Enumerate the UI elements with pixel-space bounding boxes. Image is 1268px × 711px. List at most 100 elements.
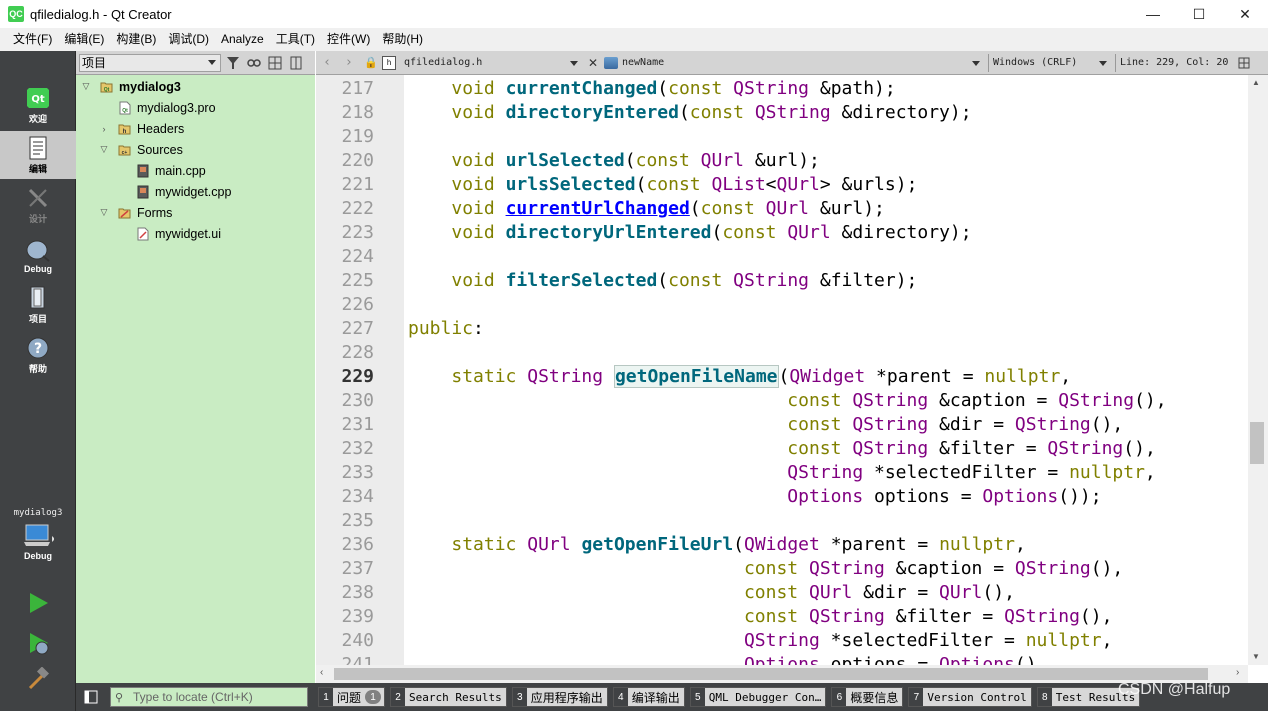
- close-panel-icon[interactable]: [287, 54, 305, 72]
- scroll-up-icon[interactable]: ▲: [1252, 78, 1260, 87]
- menu-analyze[interactable]: Analyze: [215, 28, 270, 51]
- code-line[interactable]: 223 void directoryUrlEntered(const QUrl …: [316, 221, 1248, 245]
- code-line[interactable]: 230 const QString &caption = QString(),: [316, 389, 1248, 413]
- code-line[interactable]: 233 QString *selectedFilter = nullptr,: [316, 461, 1248, 485]
- mode-edit[interactable]: 编辑: [0, 131, 76, 179]
- code-line[interactable]: 237 const QString &caption = QString(),: [316, 557, 1248, 581]
- chevron-down-icon[interactable]: ▽: [80, 81, 92, 92]
- output-tab-version-control[interactable]: 7 Version Control: [908, 687, 1032, 707]
- menu-help[interactable]: 帮助(H): [376, 28, 429, 51]
- code-editor[interactable]: 217 void currentChanged(const QString &p…: [316, 75, 1248, 665]
- code-line[interactable]: 229 static QString getOpenFileName(QWidg…: [316, 365, 1248, 389]
- project-view-select[interactable]: 项目: [79, 53, 221, 72]
- line-number: 220: [341, 150, 374, 171]
- tree-item-forms[interactable]: ▽ Forms: [98, 202, 173, 223]
- locator-input[interactable]: ⚲ Type to locate (Ctrl+K): [110, 687, 308, 707]
- code-line[interactable]: 221 void urlsSelected(const QList<QUrl> …: [316, 173, 1248, 197]
- code-line[interactable]: 240 QString *selectedFilter = nullptr,: [316, 629, 1248, 653]
- code-line[interactable]: 218 void directoryEntered(const QString …: [316, 101, 1248, 125]
- minimize-button[interactable]: —: [1130, 0, 1176, 28]
- menu-tools[interactable]: 工具(T): [270, 28, 321, 51]
- menu-build[interactable]: 构建(B): [110, 28, 162, 51]
- run-button[interactable]: [24, 589, 52, 617]
- symbol-combo[interactable]: newName: [604, 54, 984, 72]
- output-tab-application-output[interactable]: 3 应用程序输出: [511, 687, 608, 707]
- code-line[interactable]: 217 void currentChanged(const QString &p…: [316, 77, 1248, 101]
- code-line[interactable]: 227 public:: [316, 317, 1248, 341]
- code-line[interactable]: 228: [316, 341, 1248, 365]
- mode-help[interactable]: ? 帮助: [0, 331, 76, 379]
- svg-text:h: h: [123, 129, 127, 135]
- scroll-left-icon[interactable]: ‹: [320, 667, 323, 678]
- horizontal-scrollbar-thumb[interactable]: [334, 668, 1208, 680]
- output-tab-general-messages[interactable]: 6 概要信息: [831, 687, 904, 707]
- tree-item-main-cpp[interactable]: main.cpp: [116, 160, 206, 181]
- output-tab-issues[interactable]: 1 问题 1: [318, 687, 386, 707]
- symbol-combo-value: newName: [622, 57, 665, 68]
- filter-icon[interactable]: [224, 54, 242, 72]
- nav-back-icon[interactable]: ‹: [316, 55, 338, 70]
- sidebar-toggle-icon[interactable]: [80, 688, 102, 706]
- vertical-scrollbar[interactable]: [1248, 75, 1268, 665]
- nav-forward-icon[interactable]: ›: [338, 55, 360, 70]
- output-tab-search-results[interactable]: 2 Search Results: [390, 687, 507, 707]
- line-number: 221: [341, 174, 374, 195]
- split-icon[interactable]: [266, 54, 284, 72]
- mode-debug[interactable]: Debug: [0, 231, 76, 279]
- scroll-down-icon[interactable]: ▼: [1252, 652, 1260, 661]
- chevron-down-icon: [972, 60, 980, 66]
- menu-debug[interactable]: 调试(D): [162, 28, 215, 51]
- code-line[interactable]: 241 Options options = Options(): [316, 653, 1248, 665]
- document-combo[interactable]: h qfiledialog.h: [382, 54, 582, 72]
- code-line[interactable]: 234 Options options = Options());: [316, 485, 1248, 509]
- mode-projects[interactable]: 项目: [0, 281, 76, 329]
- code-line[interactable]: 224: [316, 245, 1248, 269]
- code-line[interactable]: 220 void urlSelected(const QUrl &url);: [316, 149, 1248, 173]
- tree-item-mywidget-ui[interactable]: mywidget.ui: [116, 223, 221, 244]
- code-line[interactable]: 222 void currentUrlChanged(const QUrl &u…: [316, 197, 1248, 221]
- menu-widgets[interactable]: 控件(W): [321, 28, 376, 51]
- close-button[interactable]: ✕: [1222, 0, 1268, 28]
- chevron-down-icon[interactable]: ▽: [98, 207, 110, 218]
- output-tab-label: Version Control: [927, 690, 1027, 704]
- code-line[interactable]: 239 const QString &filter = QString(),: [316, 605, 1248, 629]
- link-icon[interactable]: [245, 54, 263, 72]
- chevron-right-icon[interactable]: ›: [98, 124, 110, 134]
- tree-item-project[interactable]: ▽ Qt mydialog3: [80, 76, 181, 97]
- tree-item-headers[interactable]: › h Headers: [98, 118, 185, 139]
- tree-item-sources[interactable]: ▽ c+ Sources: [98, 139, 183, 160]
- mode-welcome[interactable]: Qt 欢迎: [0, 81, 76, 129]
- scroll-right-icon[interactable]: ›: [1236, 667, 1239, 678]
- menu-file[interactable]: 文件(F): [7, 28, 58, 51]
- code-line[interactable]: 236 static QUrl getOpenFileUrl(QWidget *…: [316, 533, 1248, 557]
- code-line[interactable]: 235: [316, 509, 1248, 533]
- svg-text:Qt: Qt: [31, 94, 45, 105]
- menu-bar: 文件(F) 编辑(E) 构建(B) 调试(D) Analyze 工具(T) 控件…: [0, 28, 1268, 51]
- output-tab-qml-debugger[interactable]: 5 QML Debugger Con…: [689, 687, 827, 707]
- tree-item-mywidget-cpp[interactable]: mywidget.cpp: [116, 181, 231, 202]
- maximize-button[interactable]: ☐: [1176, 0, 1222, 28]
- cursor-position[interactable]: Line: 229, Col: 20: [1120, 57, 1232, 68]
- output-tab-compile-output[interactable]: 4 编译输出: [612, 687, 685, 707]
- split-icon[interactable]: [1235, 54, 1253, 72]
- tree-item-pro-file[interactable]: Qt mydialog3.pro: [98, 97, 216, 118]
- code-line[interactable]: 231 const QString &dir = QString(),: [316, 413, 1248, 437]
- kit-selector[interactable]: Debug: [0, 521, 76, 571]
- code-line[interactable]: 232 const QString &filter = QString(),: [316, 437, 1248, 461]
- build-button[interactable]: [24, 665, 52, 693]
- run-icon: [30, 593, 48, 613]
- mode-design[interactable]: 设计: [0, 181, 76, 229]
- menu-edit[interactable]: 编辑(E): [58, 28, 110, 51]
- vertical-scrollbar-thumb[interactable]: [1250, 422, 1264, 464]
- code-line[interactable]: 219: [316, 125, 1248, 149]
- mode-help-label: 帮助: [28, 364, 47, 374]
- close-document-icon[interactable]: ✕: [582, 56, 604, 70]
- code-text: void urlsSelected(const QList<QUrl> &url…: [451, 174, 918, 195]
- chevron-down-icon[interactable]: ▽: [98, 144, 110, 155]
- code-line[interactable]: 226: [316, 293, 1248, 317]
- code-line[interactable]: 225 void filterSelected(const QString &f…: [316, 269, 1248, 293]
- line-endings-select[interactable]: Windows (CRLF): [993, 54, 1111, 72]
- debug-run-button[interactable]: [24, 629, 52, 657]
- ui-file-icon: [136, 227, 149, 241]
- code-line[interactable]: 238 const QUrl &dir = QUrl(),: [316, 581, 1248, 605]
